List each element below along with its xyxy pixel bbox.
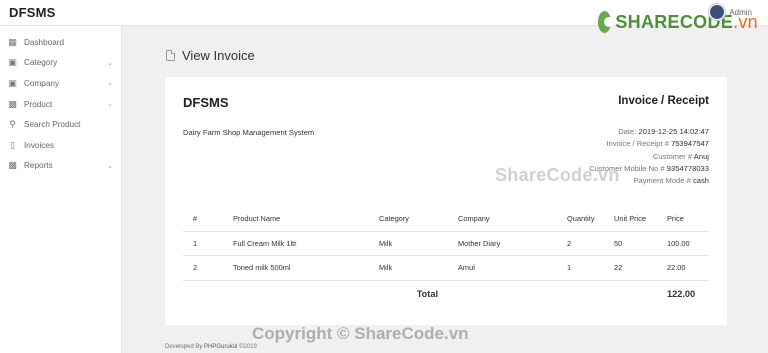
table-cell: 1: [557, 255, 604, 281]
page-title: View Invoice: [166, 48, 255, 63]
sidebar-item-company[interactable]: ▣ Company ⌄: [0, 73, 121, 94]
table-cell: Amul: [448, 255, 557, 281]
table-header-row: # Product Name Category Company Quantity…: [183, 207, 709, 232]
chevron-down-icon: ⌄: [107, 80, 113, 88]
column-header: Product Name: [223, 207, 369, 232]
table-cell: 50: [604, 231, 657, 256]
table-cell: Milk: [369, 231, 448, 256]
invoice-card: DFSMS Invoice / Receipt Dairy Farm Shop …: [165, 77, 727, 325]
table-cell: 1: [183, 231, 223, 256]
total-row: Total 122.00: [183, 280, 709, 308]
sidebar-item-reports[interactable]: ▩ Reports ⌄: [0, 156, 121, 177]
user-avatar-icon[interactable]: [709, 4, 726, 20]
table-cell: Mother Diary: [448, 231, 557, 256]
file-icon: ▯: [10, 139, 15, 150]
footer-author-link[interactable]: PHPGurukul: [204, 344, 237, 350]
sidebar-item-invoices[interactable]: ▯ Invoices: [0, 135, 121, 156]
chevron-down-icon: ⌄: [107, 59, 113, 67]
footer: Developed By PHPGurukul ©2019: [165, 344, 257, 350]
column-header: Company: [448, 207, 557, 232]
page-title-text: View Invoice: [182, 48, 255, 63]
sidebar-item-search-product[interactable]: ⚲ Search Product: [0, 114, 121, 135]
column-header: Category: [369, 207, 448, 232]
meta-date: Date: 2019-12-25 14:02:47: [618, 127, 709, 136]
invoice-subtitle: Dairy Farm Shop Management System: [183, 128, 315, 137]
total-value: 122.00: [667, 289, 696, 300]
table-cell: Toned milk 500ml: [223, 255, 369, 281]
user-menu[interactable]: Admin: [709, 4, 752, 20]
search-icon: ⚲: [9, 119, 16, 130]
sidebar-item-dashboard[interactable]: ▦ Dashboard: [0, 32, 121, 53]
table-cell: 100.00: [657, 231, 709, 256]
table-cell: 22.00: [657, 255, 709, 281]
table-cell: Full Cream Milk 1ltr: [223, 231, 369, 256]
total-label: Total: [416, 289, 438, 300]
table-cell: 2: [557, 231, 604, 256]
table-cell: Milk: [369, 255, 448, 281]
sidebar-item-label: Reports: [24, 161, 53, 171]
invoice-table: # Product Name Category Company Quantity…: [183, 207, 709, 308]
sidebar-item-label: Company: [24, 78, 60, 88]
column-header: Quantity: [557, 207, 604, 232]
sidebar-item-label: Product: [24, 99, 53, 109]
chevron-down-icon: ⌄: [107, 100, 113, 108]
top-navbar: DFSMS SHARECODE.vn Admin: [0, 0, 768, 33]
sidebar: ▦ Dashboard ▣ Category ⌄ ▣ Company ⌄ ▩ P…: [0, 26, 122, 353]
watermark-copyright: Copyright © ShareCode.vn: [252, 324, 469, 343]
sidebar-item-product[interactable]: ▩ Product ⌄: [0, 94, 121, 115]
sharecode-logo-icon: [598, 11, 615, 33]
invoice-title: Invoice / Receipt: [618, 95, 709, 107]
table-icon: ▩: [8, 98, 17, 109]
clipboard-icon: ▣: [8, 57, 17, 68]
document-icon: [166, 50, 175, 61]
invoice-brand: DFSMS: [183, 95, 229, 110]
column-header: Unit Price: [604, 207, 657, 232]
sidebar-item-category[interactable]: ▣ Category ⌄: [0, 53, 121, 74]
meta-invoice-number: Invoice / Receipt # 753947547: [606, 139, 709, 149]
column-header: #: [183, 207, 223, 232]
table-row: 1 Full Cream Milk 1ltr Milk Mother Diary…: [183, 231, 709, 256]
table-cell: 2: [183, 255, 223, 281]
sidebar-item-label: Search Product: [24, 120, 81, 130]
sidebar-item-label: Dashboard: [24, 37, 65, 47]
table-icon: ▩: [8, 160, 17, 171]
watermark-text: ShareCode.vn: [495, 165, 620, 185]
clipboard-icon: ▣: [8, 77, 17, 88]
sidebar-item-label: Invoices: [24, 140, 55, 150]
column-header: Price: [657, 207, 709, 232]
sidebar-item-label: Category: [24, 58, 58, 68]
chevron-down-icon: ⌄: [107, 162, 113, 170]
user-name[interactable]: Admin: [729, 8, 752, 17]
app-brand[interactable]: DFSMS: [9, 5, 56, 20]
table-row: 2 Toned milk 500ml Milk Amul 1 22 22.00: [183, 255, 709, 281]
grid-icon: ▦: [8, 36, 17, 47]
meta-customer: Customer # Anuj: [652, 151, 709, 161]
table-cell: 22: [604, 255, 657, 281]
